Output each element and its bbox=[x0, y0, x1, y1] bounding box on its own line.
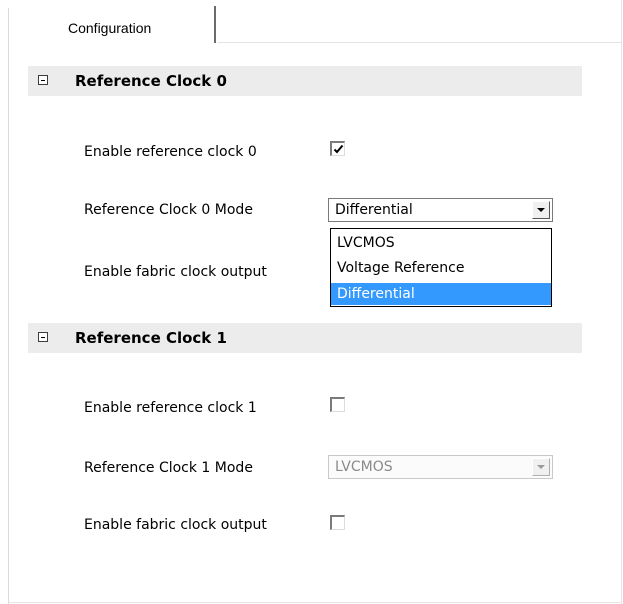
dropdown-arrow-icon[interactable] bbox=[532, 201, 550, 219]
panel-left-border bbox=[8, 8, 9, 604]
tab-configuration[interactable]: Configuration bbox=[10, 6, 216, 43]
ref-clock-1-mode-value: LVCMOS bbox=[335, 459, 393, 475]
enable-ref-clock-1-checkbox[interactable] bbox=[330, 397, 345, 412]
enable-ref-clock-0-checkbox[interactable] bbox=[330, 141, 345, 156]
ref-clock-0-mode-select[interactable]: Differential bbox=[328, 198, 553, 222]
enable-fabric-clock-1-label: Enable fabric clock output bbox=[84, 517, 267, 533]
ref-clock-1-mode-label: Reference Clock 1 Mode bbox=[84, 460, 253, 476]
enable-fabric-clock-1-checkbox[interactable] bbox=[330, 515, 345, 530]
dropdown-option-voltage-reference[interactable]: Voltage Reference bbox=[331, 257, 551, 279]
section-header-ref-clock-0[interactable]: Reference Clock 0 bbox=[28, 66, 582, 96]
ref-clock-0-mode-label: Reference Clock 0 Mode bbox=[84, 202, 253, 218]
panel-bottom-border bbox=[8, 602, 622, 603]
ref-clock-0-mode-value: Differential bbox=[335, 202, 413, 218]
ref-clock-0-mode-dropdown-list[interactable]: LVCMOS Voltage Reference Differential bbox=[330, 228, 552, 307]
dropdown-option-lvcmos[interactable]: LVCMOS bbox=[331, 232, 551, 254]
section-header-ref-clock-1[interactable]: Reference Clock 1 bbox=[28, 323, 582, 353]
section-title: Reference Clock 0 bbox=[75, 72, 227, 90]
checkmark-icon bbox=[333, 144, 344, 154]
enable-ref-clock-0-label: Enable reference clock 0 bbox=[84, 144, 257, 160]
collapse-icon[interactable] bbox=[38, 332, 48, 342]
section-title: Reference Clock 1 bbox=[75, 329, 227, 347]
enable-fabric-clock-0-label: Enable fabric clock output bbox=[84, 264, 267, 280]
enable-ref-clock-1-label: Enable reference clock 1 bbox=[84, 400, 257, 416]
panel-right-border bbox=[621, 0, 622, 604]
dropdown-option-differential[interactable]: Differential bbox=[331, 283, 551, 305]
dropdown-arrow-icon[interactable] bbox=[532, 458, 550, 476]
ref-clock-1-mode-select[interactable]: LVCMOS bbox=[328, 455, 553, 479]
tab-configuration-label: Configuration bbox=[68, 20, 152, 36]
collapse-icon[interactable] bbox=[38, 75, 48, 85]
tab-strip-border bbox=[218, 42, 621, 43]
